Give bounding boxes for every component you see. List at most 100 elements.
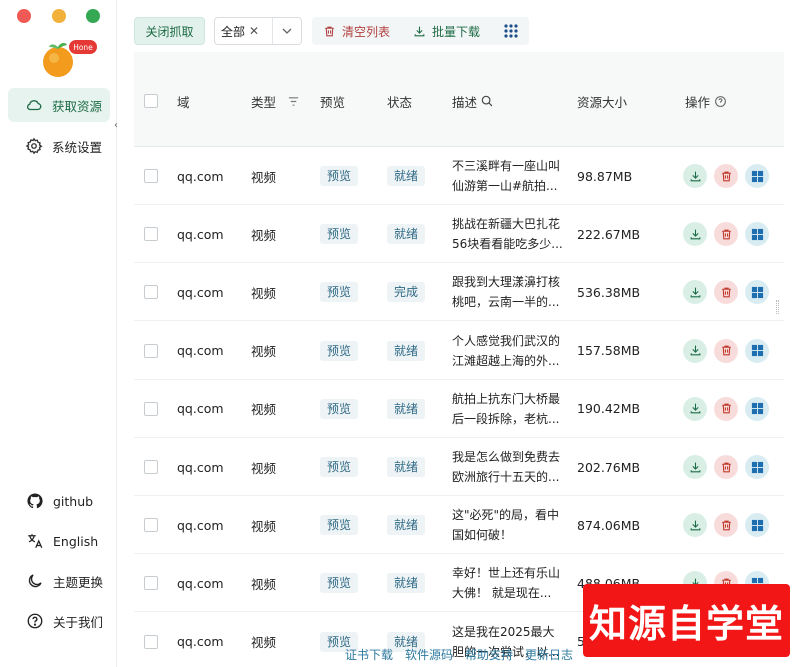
table-row: qq.com 视频 预览 完成 跟我到大理漾濞打核 桃吧，云南一半的... 53… [134,263,784,322]
row-download-button[interactable] [683,222,707,247]
row-checkbox[interactable] [144,322,158,380]
close-capture-button[interactable]: 关闭抓取 [134,17,205,45]
sidebar-item-label: 系统设置 [52,139,103,155]
sidebar-item-get-resources[interactable]: 获取资源 [8,88,110,122]
row-description-line: 挑战在新疆大巴扎花 [452,217,561,232]
row-delete-button[interactable] [714,280,738,305]
sidebar-item-label: 主题更换 [53,574,104,590]
row-download-button[interactable] [683,280,707,305]
row-description: 这"必死"的局，看中 国如何破！ [452,496,564,554]
row-checkbox[interactable] [144,263,158,321]
row-checkbox[interactable] [144,438,158,496]
filter-icon[interactable] [288,96,299,107]
row-description-line: 江滩超越上海的外... [452,353,560,368]
sidebar-item-settings[interactable]: 系统设置 [8,129,110,163]
sidebar-item-github[interactable]: github [8,484,110,518]
footer-link-help[interactable]: 帮助支持 [465,646,513,663]
table-row: qq.com 视频 预览 就绪 航拍上抗东门大桥最 后一段拆除，老杭... 19… [134,380,784,438]
row-checkbox[interactable] [144,147,158,205]
row-download-button[interactable] [683,513,707,538]
row-checkbox[interactable] [144,496,158,554]
row-actions [683,147,776,205]
window-maximize-button[interactable] [86,9,100,23]
grid-view-icon[interactable] [504,17,524,45]
clear-list-button[interactable]: 清空列表 [323,17,390,45]
row-description-line: 这"必死"的局，看中 [452,508,560,523]
preview-button[interactable]: 预览 [320,340,359,361]
footer-link-certificate[interactable]: 证书下载 [345,646,393,663]
help-icon[interactable] [714,95,727,108]
trash-icon [721,229,731,240]
window-close-button[interactable] [17,9,31,23]
preview-button[interactable]: 预览 [320,398,359,419]
row-download-button[interactable] [683,455,707,479]
download-icon [414,26,425,36]
preview-button[interactable]: 预览 [320,515,359,536]
translate-icon [28,534,43,549]
preview-button[interactable]: 预览 [320,573,359,594]
row-delete-button[interactable] [714,222,738,247]
moon-icon [28,574,42,588]
header-domain: 域 [177,94,190,110]
row-preview: 预览 [320,554,359,612]
header-status: 状态 [387,94,413,110]
header-actions: 操作 [685,92,727,110]
sidebar-item-language[interactable]: English [8,524,110,558]
row-size: 222.67MB [577,226,641,242]
row-delete-button[interactable] [714,338,738,363]
row-open-button[interactable] [745,280,769,305]
filter-divider [272,18,273,44]
sidebar-item-theme[interactable]: 主题更换 [8,564,110,598]
cloud-icon [26,100,42,111]
header-preview: 预览 [320,94,346,110]
row-description: 幸好！世上还有乐山 大佛！ 就是现在... [452,554,564,612]
row-description-line: 仙游第一山#航拍... [452,179,558,193]
row-open-button[interactable] [745,164,769,188]
chevron-down-icon[interactable] [277,20,297,42]
type-filter-select[interactable]: 全部 ✕ [214,17,302,45]
footer-link-source[interactable]: 软件源码 [405,646,453,663]
row-description: 航拍上抗东门大桥最 后一段拆除，老杭... [452,380,564,438]
table-row: qq.com 视频 预览 就绪 我是怎么做到免费去 欧洲旅行十五天的... 20… [134,438,784,496]
row-checkbox[interactable] [144,613,158,667]
row-checkbox[interactable] [144,554,158,612]
search-icon[interactable] [480,94,494,108]
footer-link-changelog[interactable]: 更新日志 [525,646,573,663]
row-open-button[interactable] [745,396,769,421]
row-open-button[interactable] [745,222,769,247]
preview-button[interactable]: 预览 [320,282,359,303]
sidebar-item-about[interactable]: 关于我们 [8,604,110,638]
row-open-button[interactable] [745,455,769,479]
preview-button[interactable]: 预览 [320,224,359,245]
row-download-button[interactable] [683,164,707,188]
row-download-button[interactable] [683,396,707,421]
trash-icon [721,403,731,414]
batch-download-button[interactable]: 批量下载 [413,17,480,45]
row-type: 视频 [251,518,277,534]
close-icon[interactable]: ✕ [249,24,259,38]
row-checkbox[interactable] [144,205,158,263]
window-minimize-button[interactable] [52,9,66,23]
sidebar: Hone ‹ 获取资源 系统设置 github English 主题更换 关于我… [0,0,118,667]
row-open-button[interactable] [745,338,769,363]
preview-button[interactable]: 预览 [320,166,359,186]
table-row: qq.com 视频 预览 就绪 个人感觉我们武汉的 江滩超越上海的外... 15… [134,322,784,380]
sidebar-item-label: English [53,533,99,549]
row-delete-button[interactable] [714,513,738,538]
row-download-button[interactable] [683,338,707,363]
row-checkbox[interactable] [144,380,158,438]
row-delete-button[interactable] [714,164,738,188]
row-domain: qq.com [177,168,224,184]
sidebar-collapse-icon[interactable]: ‹ [110,118,122,134]
row-open-button[interactable] [745,513,769,538]
header-actions-label: 操作 [685,94,711,110]
row-delete-button[interactable] [714,455,738,479]
download-icon [690,345,700,356]
table-row: qq.com 视频 预览 就绪 不三溪畔有一座山叫 仙游第一山#航拍... 98… [134,147,784,205]
row-delete-button[interactable] [714,396,738,421]
preview-button[interactable]: 预览 [320,457,359,477]
table-scrollbar[interactable] [776,300,779,314]
windows-icon [751,461,763,473]
select-all-checkbox[interactable] [144,92,158,110]
row-description-line: 大佛！ 就是现在... [452,586,552,601]
